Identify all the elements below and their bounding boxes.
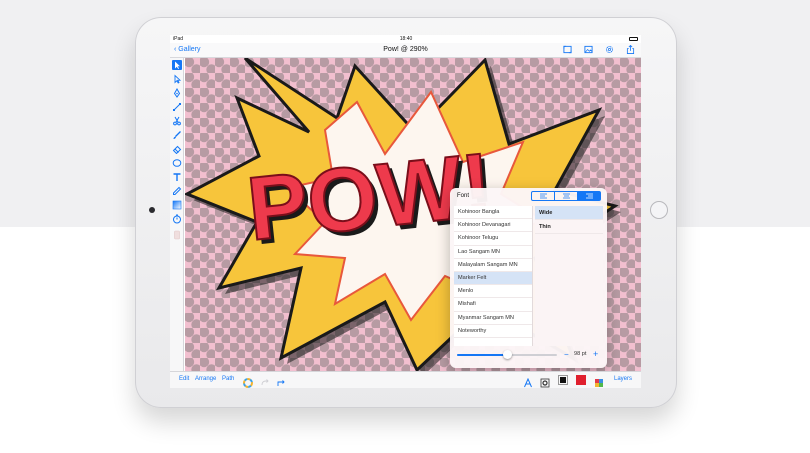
color-wheel-icon[interactable] — [243, 375, 253, 388]
clock-label: 18:40 — [399, 36, 413, 42]
navigation-bar: ‹ Gallery Pow! @ 290% — [170, 43, 641, 58]
select-arrow-icon[interactable] — [172, 60, 182, 70]
fullscreen-icon[interactable] — [563, 45, 572, 54]
home-button[interactable] — [650, 201, 668, 219]
effects-icon[interactable] — [594, 375, 604, 387]
text-alignment-control — [531, 191, 601, 201]
timer-icon[interactable] — [172, 214, 182, 224]
path-button[interactable]: Path — [222, 376, 234, 382]
direct-select-icon[interactable] — [172, 74, 182, 84]
font-style-item[interactable]: Thin — [535, 220, 603, 234]
share-icon[interactable] — [626, 45, 635, 54]
color-swatch-icon[interactable] — [172, 230, 182, 240]
eyedropper-icon[interactable] — [172, 186, 182, 196]
font-popover: Font Kohinoor Bangla Kohinoor Devanagari K… — [450, 188, 607, 368]
font-list-item[interactable]: Noteworthy — [454, 325, 532, 338]
text-style-icon[interactable] — [523, 375, 533, 388]
font-list-item[interactable]: Marker Felt — [454, 271, 532, 286]
font-list-item[interactable]: Kohinoor Bangla — [454, 206, 532, 220]
redo-arrow-icon[interactable] — [260, 375, 270, 386]
font-list-item[interactable]: Myanmar Sangam MN — [454, 312, 532, 325]
font-style-item[interactable]: Wide — [535, 206, 603, 220]
font-list-item[interactable]: Lao Sangam MN — [454, 246, 532, 259]
settings-icon[interactable] — [605, 45, 614, 54]
layers-button[interactable]: Layers — [614, 376, 632, 382]
bottom-toolbar: Edit Arrange Path Layers — [170, 371, 641, 388]
pen-icon[interactable] — [172, 88, 182, 98]
forward-arrow-icon[interactable] — [276, 375, 286, 386]
status-bar: iPad 18:40 — [170, 35, 641, 43]
image-icon[interactable] — [584, 45, 593, 54]
fill-color-swatch[interactable] — [576, 375, 586, 385]
font-size-slider-thumb[interactable] — [502, 350, 512, 359]
eraser-icon[interactable] — [172, 144, 182, 154]
tool-palette — [170, 58, 184, 371]
scissors-icon[interactable] — [172, 116, 182, 126]
align-center-icon[interactable] — [555, 192, 578, 200]
stroke-color-swatch[interactable] — [558, 375, 568, 385]
font-style-list: Wide Thin — [535, 206, 603, 346]
increase-size-button[interactable]: + — [593, 349, 598, 359]
app-screen: iPad 18:40 ‹ Gallery Pow! @ 290% POW! PO… — [170, 35, 641, 388]
brush-icon[interactable] — [172, 130, 182, 140]
battery-icon — [629, 37, 638, 41]
ellipse-icon[interactable] — [172, 158, 182, 168]
gradient-icon[interactable] — [172, 200, 182, 210]
font-list-item[interactable]: Kohinoor Telugu — [454, 232, 532, 246]
font-list-item[interactable]: Malayalam Sangam MN — [454, 259, 532, 272]
front-camera — [149, 207, 155, 213]
font-family-list: Kohinoor Bangla Kohinoor Devanagari Kohino… — [454, 206, 533, 346]
align-right-icon[interactable] — [578, 192, 600, 200]
carrier-label: iPad — [173, 36, 184, 42]
font-size-slider-fill — [457, 354, 507, 356]
font-size-value: 98 pt — [574, 351, 587, 357]
edit-button[interactable]: Edit — [179, 376, 189, 382]
stroke-width-icon[interactable] — [540, 375, 550, 388]
font-list-item[interactable]: Kohinoor Devanagari — [454, 219, 532, 233]
font-list-item[interactable]: Mishafi — [454, 298, 532, 312]
decrease-size-button[interactable]: − — [564, 350, 569, 359]
align-left-icon[interactable] — [532, 192, 555, 200]
text-icon[interactable] — [172, 172, 182, 182]
arrange-button[interactable]: Arrange — [195, 376, 216, 382]
node-icon[interactable] — [172, 102, 182, 112]
popover-title: Font — [457, 193, 470, 199]
font-list-item[interactable]: Menlo — [454, 285, 532, 299]
